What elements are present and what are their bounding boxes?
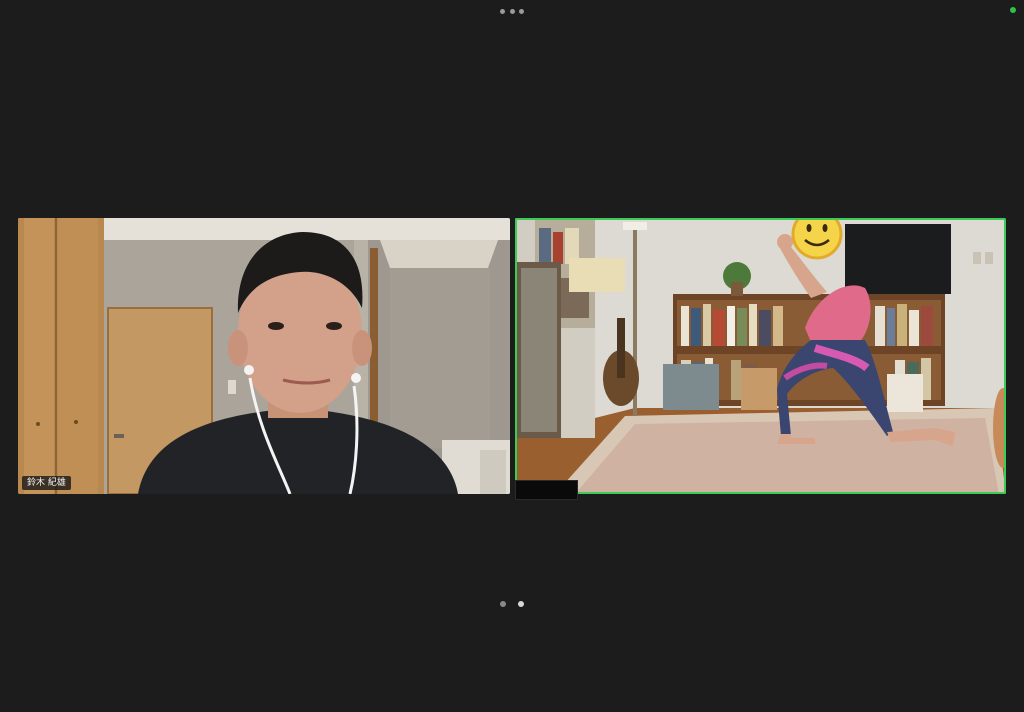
more-dot [509,8,515,14]
video-call-window: 鈴木 紀雄 [0,0,1024,712]
participant-video-feed-1 [18,218,510,494]
participant-video-feed-2 [515,218,1006,494]
participant-video-tile-1[interactable]: 鈴木 紀雄 [18,218,510,494]
more-options-icon[interactable] [500,6,524,16]
page-indicator-1[interactable] [500,601,506,607]
more-dot [519,8,524,14]
page-indicator-2[interactable] [518,601,524,607]
smiley-emoji-icon [791,218,843,260]
gallery-pagination [500,600,524,608]
participant-name-label-redacted [515,480,578,500]
participant-video-tile-2[interactable] [515,218,1006,494]
participant-name-label: 鈴木 紀雄 [22,476,71,490]
more-dot [500,8,505,14]
connection-status-indicator [1010,7,1016,13]
